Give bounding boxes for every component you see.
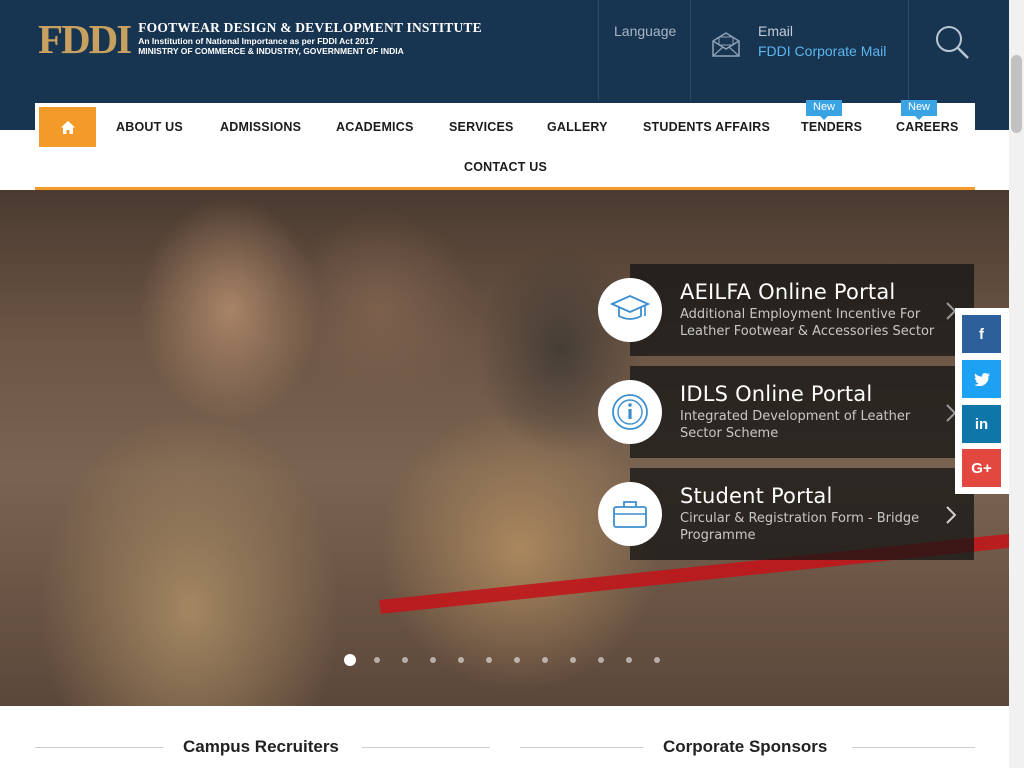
nav-about-us[interactable]: ABOUT US <box>116 120 183 134</box>
scrollbar-thumb[interactable] <box>1011 55 1022 133</box>
email-label: Email <box>758 23 794 39</box>
main-nav: ABOUT US ADMISSIONS ACADEMICS SERVICES G… <box>35 100 975 190</box>
logo-title: FOOTWEAR DESIGN & DEVELOPMENT INSTITUTE <box>138 20 482 35</box>
header-divider <box>908 0 909 100</box>
chevron-right-icon <box>946 506 957 529</box>
nav-academics[interactable]: ACADEMICS <box>336 120 414 134</box>
corporate-mail-link[interactable]: FDDI Corporate Mail <box>758 43 886 59</box>
slider-dot[interactable] <box>570 657 576 663</box>
twitter-icon[interactable] <box>962 360 1001 398</box>
portal-title: Student Portal <box>680 484 833 508</box>
graduation-cap-icon <box>598 278 662 342</box>
nav-gallery[interactable]: GALLERY <box>547 120 608 134</box>
logo-text: FOOTWEAR DESIGN & DEVELOPMENT INSTITUTE … <box>138 20 482 56</box>
portal-title: AEILFA Online Portal <box>680 280 896 304</box>
portal-aeilfa[interactable]: AEILFA Online Portal Additional Employme… <box>630 264 974 356</box>
section-divider <box>520 747 643 748</box>
logo-subtitle-1: An Institution of National Importance as… <box>138 36 375 46</box>
tenders-new-badge: New <box>806 100 843 120</box>
nav-students-affairs[interactable]: STUDENTS AFFAIRS <box>643 120 770 134</box>
portal-student[interactable]: Student Portal Circular & Registration F… <box>630 468 974 560</box>
slider-dot[interactable] <box>514 657 520 663</box>
portal-desc: Integrated Development of Leather Sector… <box>680 409 911 441</box>
nav-services[interactable]: SERVICES <box>449 120 514 134</box>
nav-careers[interactable]: CAREERS <box>896 120 959 134</box>
slider-dot[interactable] <box>374 657 380 663</box>
header-divider <box>690 0 691 100</box>
slider-dots <box>344 654 682 666</box>
section-divider <box>35 747 163 748</box>
briefcase-icon <box>598 482 662 546</box>
home-icon <box>60 120 75 134</box>
nav-contact-us[interactable]: CONTACT US <box>464 160 547 174</box>
mail-icon <box>711 31 741 63</box>
social-share-bar: f in G+ <box>955 308 1010 494</box>
header-divider <box>598 0 599 100</box>
facebook-icon[interactable]: f <box>962 315 1001 353</box>
slider-dot[interactable] <box>654 657 660 663</box>
info-icon <box>598 380 662 444</box>
slider-dot[interactable] <box>430 657 436 663</box>
linkedin-icon[interactable]: in <box>962 405 1001 443</box>
logo-mark: FDDI <box>38 16 132 62</box>
corporate-sponsors-heading: Corporate Sponsors <box>663 737 828 756</box>
portal-desc: Additional Employment Incentive For Leat… <box>680 307 935 339</box>
slider-dot[interactable] <box>598 657 604 663</box>
nav-admissions[interactable]: ADMISSIONS <box>220 120 301 134</box>
slider-dot[interactable] <box>542 657 548 663</box>
slider-dot[interactable] <box>402 657 408 663</box>
search-icon[interactable] <box>934 24 970 65</box>
language-selector[interactable]: Language <box>614 23 676 39</box>
careers-new-badge: New <box>901 100 938 120</box>
google-plus-icon[interactable]: G+ <box>962 449 1001 487</box>
portal-idls[interactable]: IDLS Online Portal Integrated Developmen… <box>630 366 974 458</box>
page-scrollbar[interactable] <box>1009 0 1024 768</box>
section-divider <box>852 747 975 748</box>
section-divider <box>362 747 490 748</box>
slider-dot[interactable] <box>458 657 464 663</box>
portal-title: IDLS Online Portal <box>680 382 873 406</box>
slider-dot[interactable] <box>344 654 356 666</box>
slider-dot[interactable] <box>486 657 492 663</box>
portal-desc: Circular & Registration Form - Bridge Pr… <box>680 511 920 543</box>
nav-tenders[interactable]: TENDERS <box>801 120 862 134</box>
slider-dot[interactable] <box>626 657 632 663</box>
logo-subtitle-2: MINISTRY OF COMMERCE & INDUSTRY, GOVERNM… <box>138 46 404 56</box>
campus-recruiters-heading: Campus Recruiters <box>183 737 339 756</box>
home-button[interactable] <box>39 107 96 147</box>
fddi-logo[interactable]: FDDI FOOTWEAR DESIGN & DEVELOPMENT INSTI… <box>38 16 482 62</box>
